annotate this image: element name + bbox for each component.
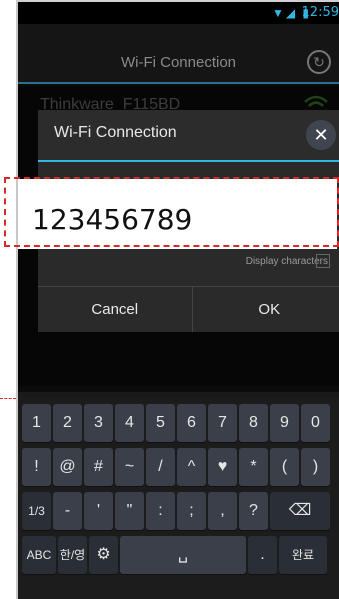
key-semicolon[interactable]: ;: [177, 492, 206, 530]
cancel-button[interactable]: Cancel: [38, 287, 192, 332]
password-field[interactable]: 123456789: [18, 179, 337, 249]
key-7[interactable]: 7: [208, 404, 237, 442]
key-3[interactable]: 3: [84, 404, 113, 442]
key-8[interactable]: 8: [239, 404, 268, 442]
close-icon[interactable]: ✕: [306, 120, 336, 150]
key-apostrophe[interactable]: ': [84, 492, 113, 530]
key-at[interactable]: @: [53, 448, 82, 486]
key-lang-toggle[interactable]: 한/영: [58, 536, 87, 574]
key-hyphen[interactable]: -: [53, 492, 82, 530]
dialog-title: Wi-Fi Connection: [54, 124, 177, 141]
key-2[interactable]: 2: [53, 404, 82, 442]
key-open-paren[interactable]: (: [270, 448, 299, 486]
key-quote[interactable]: ": [115, 492, 144, 530]
key-caret[interactable]: ^: [177, 448, 206, 486]
keyboard-row-1: 1 2 3 4 5 6 7 8 9 0: [22, 402, 339, 444]
status-bar: ▼◢ ▮ 12:59: [18, 2, 339, 24]
key-0[interactable]: 0: [301, 404, 330, 442]
callout-dash: [0, 398, 16, 399]
key-question[interactable]: ?: [239, 492, 268, 530]
display-characters-checkbox[interactable]: [316, 254, 330, 268]
dialog-buttons: Cancel OK: [38, 286, 339, 332]
key-hash[interactable]: #: [84, 448, 113, 486]
refresh-icon[interactable]: ↻: [307, 50, 331, 74]
ok-button[interactable]: OK: [191, 287, 339, 332]
dialog-lower: Display characters Cancel OK: [38, 250, 339, 332]
key-heart[interactable]: ♥: [208, 448, 237, 486]
keyboard-row-3: 1/3 - ' " : ; , ? ⌫: [22, 490, 339, 532]
key-exclamation[interactable]: !: [22, 448, 51, 486]
key-page[interactable]: 1/3: [22, 492, 51, 530]
key-4[interactable]: 4: [115, 404, 144, 442]
keyboard: 1 2 3 4 5 6 7 8 9 0 ! @ # ~ / ^ ♥ * ( ) …: [18, 398, 339, 599]
keyboard-row-4: ABC 한/영 ⚙ ␣ . 완료: [22, 534, 339, 576]
app-bar: Wi-Fi Connection ↻: [18, 24, 339, 84]
key-close-paren[interactable]: ): [301, 448, 330, 486]
keyboard-row-2: ! @ # ~ / ^ ♥ * ( ): [22, 446, 339, 488]
app-title: Wi-Fi Connection: [120, 54, 237, 71]
phone-screen: ▼◢ ▮ 12:59 Wi-Fi Connection ↻ Thinkware_…: [16, 0, 339, 599]
key-abc[interactable]: ABC: [22, 536, 56, 574]
password-value: 123456789: [32, 203, 193, 236]
settings-gear-icon[interactable]: ⚙: [89, 536, 118, 574]
key-colon[interactable]: :: [146, 492, 175, 530]
key-period[interactable]: .: [248, 536, 277, 574]
status-time: 12:59: [301, 5, 339, 20]
dialog-header: Wi-Fi Connection ✕: [38, 110, 339, 162]
space-bar[interactable]: ␣: [120, 536, 246, 574]
key-1[interactable]: 1: [22, 404, 51, 442]
key-5[interactable]: 5: [146, 404, 175, 442]
backspace-icon[interactable]: ⌫: [270, 492, 330, 530]
key-slash[interactable]: /: [146, 448, 175, 486]
key-comma[interactable]: ,: [208, 492, 237, 530]
key-6[interactable]: 6: [177, 404, 206, 442]
done-button[interactable]: 완료: [279, 536, 327, 574]
key-9[interactable]: 9: [270, 404, 299, 442]
key-asterisk[interactable]: *: [239, 448, 268, 486]
key-tilde[interactable]: ~: [115, 448, 144, 486]
